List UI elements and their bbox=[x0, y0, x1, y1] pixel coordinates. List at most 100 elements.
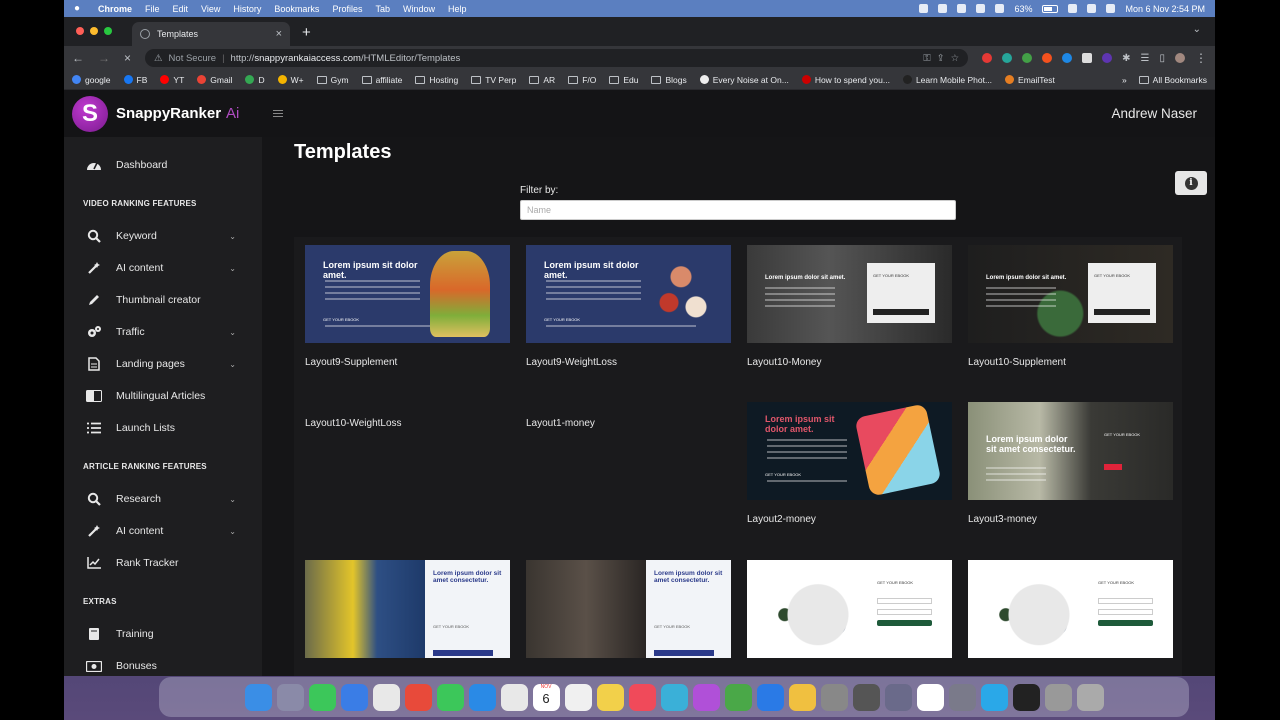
menu-window[interactable]: Window bbox=[403, 4, 435, 14]
bookmark-item[interactable]: D bbox=[245, 75, 265, 85]
dock-app-icon[interactable] bbox=[500, 683, 528, 711]
menu-bookmarks[interactable]: Bookmarks bbox=[274, 4, 319, 14]
bookmark-item[interactable]: F/O bbox=[568, 75, 596, 85]
dock-app-icon[interactable] bbox=[564, 683, 592, 711]
template-name[interactable]: Layout3-money bbox=[968, 514, 1173, 525]
brand-logo[interactable]: S bbox=[72, 95, 108, 132]
bookmark-item[interactable]: Edu bbox=[609, 75, 638, 85]
extension-icon[interactable] bbox=[1022, 53, 1033, 63]
template-thumbnail[interactable]: Lorem ipsum dolor sit amet consectetur. G… bbox=[526, 560, 731, 658]
template-card[interactable]: Layout1-money bbox=[526, 402, 731, 429]
bookmark-item[interactable]: FB bbox=[123, 75, 147, 85]
stop-loading-icon[interactable]: × bbox=[124, 51, 131, 65]
dock-app-icon[interactable] bbox=[820, 683, 848, 711]
menu-view[interactable]: View bbox=[201, 4, 220, 14]
dock-app-icon[interactable] bbox=[244, 683, 272, 711]
dock-app-icon[interactable] bbox=[884, 683, 912, 711]
dock-app-icon[interactable] bbox=[1076, 683, 1104, 711]
template-name[interactable]: Layout9-Supplement bbox=[305, 357, 510, 368]
user-name[interactable]: Andrew Naser bbox=[1111, 106, 1197, 121]
template-name[interactable]: Layout2-money bbox=[747, 514, 952, 525]
hamburger-menu-icon[interactable] bbox=[273, 110, 284, 117]
template-card[interactable]: GET YOUR EBOOK bbox=[747, 560, 952, 672]
menu-file[interactable]: File bbox=[145, 4, 160, 14]
template-card[interactable]: Lorem ipsum sit dolor amet. GET YOUR EBOO… bbox=[526, 245, 731, 368]
security-label[interactable]: Not Secure bbox=[169, 53, 217, 64]
bookmark-item[interactable]: TV Perp bbox=[471, 75, 516, 85]
share-icon[interactable]: ⇪ bbox=[937, 53, 945, 64]
battery-icon[interactable] bbox=[1042, 4, 1059, 13]
close-tab-icon[interactable]: × bbox=[276, 28, 282, 40]
status-icon[interactable] bbox=[938, 4, 948, 13]
sidebar-item-landing-pages[interactable]: Landing pages ⌄ bbox=[64, 348, 262, 380]
tab-search-icon[interactable]: ⌄ bbox=[1193, 24, 1201, 35]
menu-profiles[interactable]: Profiles bbox=[332, 4, 362, 14]
template-thumbnail[interactable]: Lorem ipsum dolor sit amet. GET YOUR EBOO… bbox=[968, 245, 1173, 343]
template-thumbnail[interactable]: Lorem ipsum dolor sit amet consectetur. G… bbox=[968, 402, 1173, 500]
chevron-down-icon[interactable]: ⌄ bbox=[229, 264, 236, 273]
chevron-down-icon[interactable]: ⌄ bbox=[229, 360, 236, 369]
dock-app-icon[interactable] bbox=[756, 683, 784, 711]
sidebar-item-ai-content[interactable]: AI content ⌄ bbox=[64, 252, 262, 284]
sidebar-item-training[interactable]: Training bbox=[64, 618, 262, 650]
template-thumbnail[interactable]: Lorem ipsum sit dolor amet. GET YOUR EBOO… bbox=[747, 402, 952, 500]
sidebar-item-bonuses[interactable]: Bonuses bbox=[64, 650, 262, 676]
bookmark-item[interactable]: W+ bbox=[277, 75, 304, 85]
forward-icon[interactable]: → bbox=[98, 51, 110, 65]
dock-app-icon[interactable] bbox=[436, 683, 464, 711]
sidebar-item-keyword[interactable]: Keyword ⌄ bbox=[64, 220, 262, 252]
extension-icon[interactable] bbox=[1102, 53, 1113, 63]
dock-app-icon[interactable] bbox=[1044, 683, 1072, 711]
profile-avatar[interactable] bbox=[1175, 53, 1185, 63]
dock-app-icon[interactable] bbox=[724, 683, 752, 711]
template-card[interactable]: GET YOUR EBOOK bbox=[968, 560, 1173, 672]
bookmark-star-icon[interactable]: ☆ bbox=[951, 53, 960, 64]
chevron-down-icon[interactable]: ⌄ bbox=[229, 495, 236, 504]
dock-app-icon[interactable] bbox=[308, 683, 336, 711]
dock-app-icon[interactable] bbox=[852, 683, 880, 711]
brand-name[interactable]: SnappyRanker bbox=[116, 105, 221, 122]
template-thumbnail[interactable]: Lorem ipsum sit dolor amet. GET YOUR EBOO… bbox=[305, 245, 510, 343]
template-thumbnail[interactable]: Lorem ipsum dolor sit amet. GET YOUR EBOO… bbox=[747, 245, 952, 343]
dock-app-icon[interactable] bbox=[404, 683, 432, 711]
sidebar-item-traffic[interactable]: Traffic ⌄ bbox=[64, 316, 262, 348]
chevron-down-icon[interactable]: ⌄ bbox=[229, 232, 236, 241]
template-name[interactable]: Layout1-money bbox=[526, 418, 731, 429]
bookmark-item[interactable]: Gmail bbox=[197, 75, 232, 85]
dock-app-icon[interactable] bbox=[628, 683, 656, 711]
menu-help[interactable]: Help bbox=[448, 4, 467, 14]
sidebar-item-multilingual-articles[interactable]: Multilingual Articles bbox=[64, 380, 262, 412]
filter-name-input[interactable] bbox=[520, 200, 956, 220]
dock-app-icon[interactable] bbox=[340, 683, 368, 711]
extension-icon[interactable] bbox=[982, 53, 993, 63]
status-icon[interactable] bbox=[995, 4, 1005, 13]
template-card[interactable]: Lorem ipsum dolor sit amet consectetur. G… bbox=[968, 402, 1173, 525]
new-tab-button[interactable]: + bbox=[302, 22, 311, 46]
template-thumbnail[interactable]: GET YOUR EBOOK bbox=[747, 560, 952, 658]
template-name[interactable]: Layout9-WeightLoss bbox=[526, 357, 731, 368]
status-icon[interactable] bbox=[957, 4, 967, 13]
sidebar-item-launch-lists[interactable]: Launch Lists bbox=[64, 412, 262, 444]
extension-icon[interactable] bbox=[1082, 53, 1093, 63]
menu-history[interactable]: History bbox=[233, 4, 261, 14]
template-card[interactable]: Lorem ipsum dolor sit amet. GET YOUR EBOO… bbox=[747, 245, 952, 368]
template-card[interactable]: Layout10-WeightLoss bbox=[305, 402, 510, 429]
sidebar-item-research[interactable]: Research ⌄ bbox=[64, 483, 262, 515]
template-card[interactable]: Lorem ipsum sit dolor amet. GET YOUR EBOO… bbox=[747, 402, 952, 525]
chrome-menu-icon[interactable]: ⋮ bbox=[1195, 51, 1207, 65]
bookmark-item[interactable]: Learn Mobile Phot... bbox=[902, 75, 992, 85]
template-thumbnail[interactable]: Lorem ipsum sit dolor amet. GET YOUR EBOO… bbox=[526, 245, 731, 343]
extension-icon[interactable] bbox=[1042, 53, 1053, 63]
menubar-clock[interactable]: Mon 6 Nov 2:54 PM bbox=[1125, 4, 1205, 14]
all-bookmarks-button[interactable]: All Bookmarks bbox=[1138, 75, 1207, 85]
browser-tab-templates[interactable]: Templates × bbox=[132, 22, 290, 46]
template-card[interactable]: Lorem ipsum dolor sit amet. GET YOUR EBOO… bbox=[968, 245, 1173, 368]
apple-icon[interactable]: ● bbox=[74, 3, 84, 14]
bookmark-item[interactable]: affiliate bbox=[361, 75, 402, 85]
dock-app-icon[interactable] bbox=[916, 683, 944, 711]
menu-app-name[interactable]: Chrome bbox=[98, 4, 132, 14]
close-window-button[interactable] bbox=[76, 27, 84, 35]
dock-app-icon[interactable] bbox=[980, 683, 1008, 711]
template-name[interactable]: Layout10-WeightLoss bbox=[305, 418, 510, 429]
bookmark-item[interactable]: How to spend you... bbox=[801, 75, 890, 85]
